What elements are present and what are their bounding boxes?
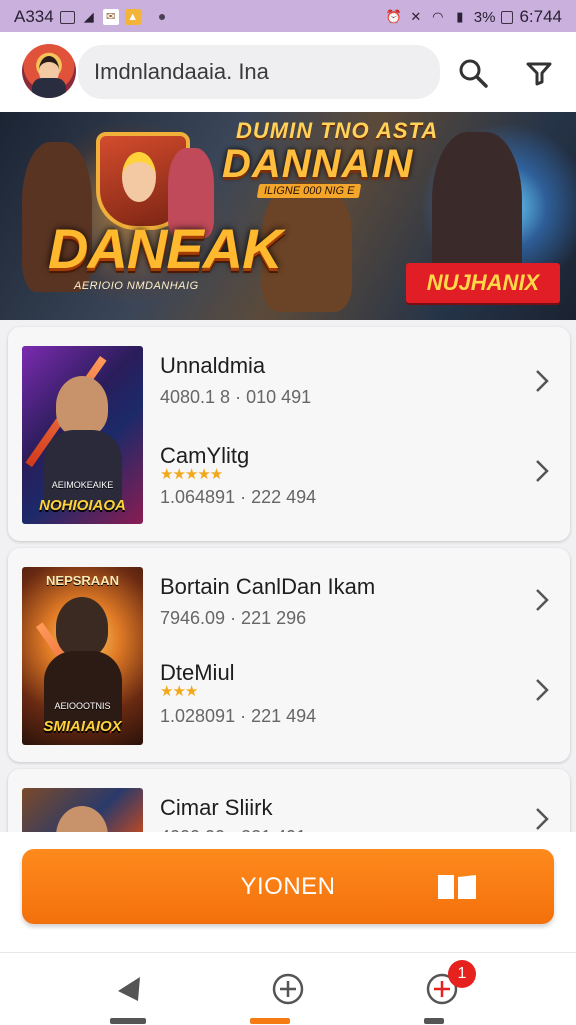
status-time-right: 6:744 xyxy=(519,7,562,26)
app-header: Imdnlandaaia. Ina xyxy=(0,32,576,113)
nav-indicator-back xyxy=(110,1018,146,1024)
chevron-right-icon[interactable] xyxy=(532,676,552,704)
app-icon: ▲ xyxy=(124,9,141,25)
search-input[interactable]: Imdnlandaaia. Ina xyxy=(78,45,440,99)
game-meta: 1.028091 · 221 494 xyxy=(160,706,317,726)
search-icon[interactable] xyxy=(456,56,490,90)
game-card[interactable]: AEIMOKEAIKE NOHIOIAOA Unnaldmia 4080.1 8… xyxy=(8,327,570,541)
battery-percent: 3% xyxy=(473,8,496,26)
game-title[interactable]: Bortain CanlDan Ikam xyxy=(160,574,375,600)
thumb-caption-small: AEIOOOTNIS xyxy=(54,701,111,711)
primary-action-button[interactable]: YIONEN xyxy=(22,849,554,924)
mail-icon: ✉ xyxy=(102,9,119,25)
status-bar-left: A334 ◢ ✉ ▲ xyxy=(14,7,165,27)
alarm-icon: ⏰ xyxy=(385,9,402,24)
dot-icon xyxy=(158,14,165,20)
thumb-caption-top: NEPSRAAN xyxy=(46,573,119,588)
featured-banner[interactable]: DUMIN TNO ASTA DANNAIN ILIGNE 000 NIG E … xyxy=(0,112,576,320)
thumb-figure-head xyxy=(56,597,108,657)
game-meta: 4080.1 8 · 010 491 xyxy=(160,387,312,407)
back-icon[interactable] xyxy=(110,969,150,1009)
status-time: A334 xyxy=(14,7,54,26)
game-thumbnail[interactable]: NEPSRAAN AEIOOOTNIS SMIAIAIOX xyxy=(22,567,143,745)
banner-cta-button[interactable]: NUJHANIX xyxy=(406,263,560,303)
chevron-right-icon[interactable] xyxy=(532,457,552,485)
mute-icon: ✕ xyxy=(410,9,422,24)
notification-icon xyxy=(59,10,75,24)
status-bar-right: ⏰ ✕ ◠ ▮ 3% 6:744 xyxy=(386,7,562,27)
avatar[interactable] xyxy=(22,44,76,98)
banner-logo-text: DANEAK xyxy=(48,217,283,280)
chevron-right-icon[interactable] xyxy=(532,586,552,614)
thumb-figure-head xyxy=(56,376,108,436)
game-card[interactable]: NEPSRAAN AEIOOOTNIS SMIAIAIOX Bortain Ca… xyxy=(8,548,570,762)
battery-icon xyxy=(501,10,514,24)
add-circle-icon[interactable] xyxy=(268,969,308,1009)
banner-shield-face xyxy=(122,152,156,202)
book-icon xyxy=(438,875,476,899)
game-thumbnail[interactable] xyxy=(22,788,143,836)
avatar-body xyxy=(32,78,66,98)
rating-stars: ★★★ xyxy=(160,683,198,700)
chevron-right-icon[interactable] xyxy=(532,805,552,833)
game-title[interactable]: Cimar Sliirk xyxy=(160,795,272,821)
game-title[interactable]: Unnaldmia xyxy=(160,353,265,379)
banner-subtitle-strip: ILIGNE 000 NIG E xyxy=(256,184,362,198)
game-meta: 1.064891 · 222 494 xyxy=(160,487,317,507)
game-meta: 7946.09 · 221 296 xyxy=(160,608,307,628)
thumb-caption: NOHIOIAOA xyxy=(39,497,126,514)
rating-stars: ★★★★★ xyxy=(160,466,223,483)
status-bar: A334 ◢ ✉ ▲ ⏰ ✕ ◠ ▮ 3% 6:744 xyxy=(0,0,576,32)
nav-indicator-notifications xyxy=(424,1018,444,1024)
nav-indicator-active xyxy=(250,1018,290,1024)
filter-icon[interactable] xyxy=(522,56,556,90)
wifi-icon: ◠ xyxy=(432,9,444,24)
thumb-caption-small: AEIMOKEAIKE xyxy=(51,480,114,490)
thumb-caption: SMIAIAIOX xyxy=(43,718,122,735)
banner-title-top: DUMIN TNO ASTA xyxy=(236,118,439,143)
cell-signal-icon: ▮ xyxy=(456,9,464,24)
bottom-navigation xyxy=(0,952,576,1025)
notification-badge: 1 xyxy=(448,960,476,988)
chevron-right-icon[interactable] xyxy=(532,367,552,395)
banner-title: DANNAIN xyxy=(222,142,414,186)
banner-logo-subtitle: AERIOIO NMDANHAIG xyxy=(74,280,199,292)
signal-icon: ◢ xyxy=(83,9,94,24)
search-placeholder: Imdnlandaaia. Ina xyxy=(94,59,269,84)
game-thumbnail[interactable]: AEIMOKEAIKE NOHIOIAOA xyxy=(22,346,143,524)
